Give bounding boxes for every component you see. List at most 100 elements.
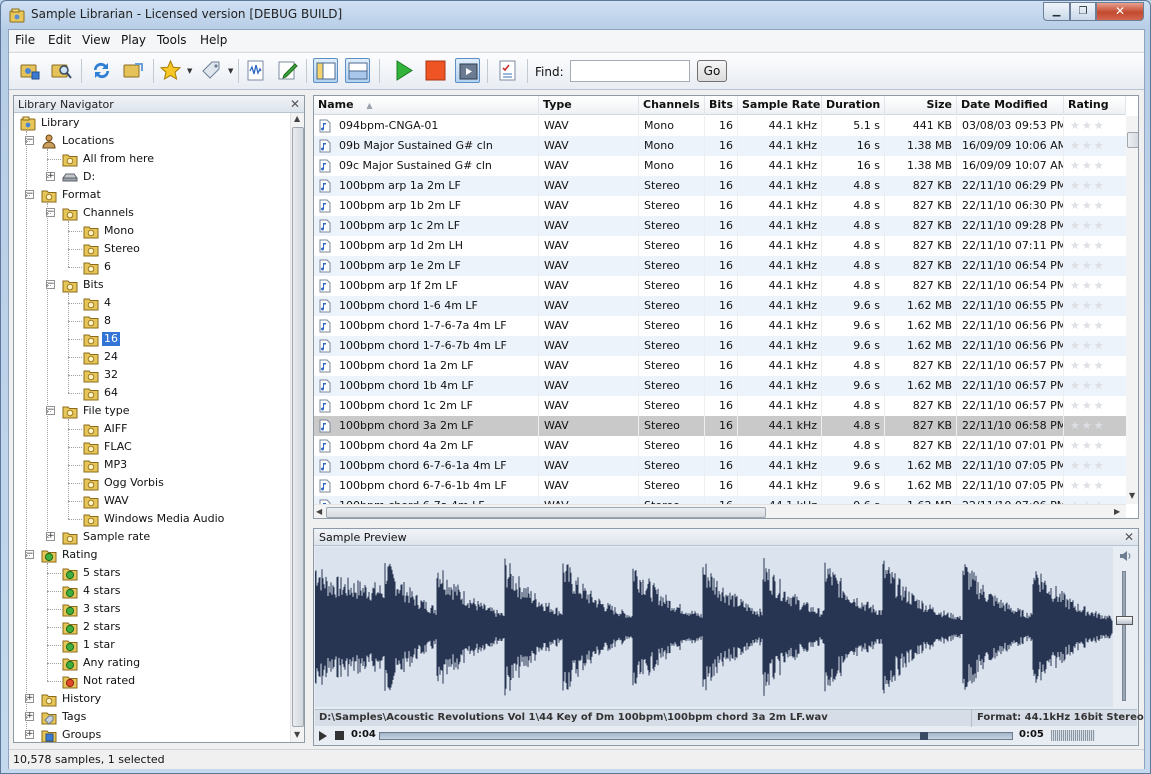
scroll-down-arrow[interactable]: ▼ xyxy=(1129,491,1135,500)
scroll-right-arrow[interactable]: ▶ xyxy=(1114,507,1120,516)
rating-stars-icon[interactable]: ★★★ xyxy=(1070,460,1106,471)
find-input[interactable] xyxy=(570,60,690,82)
tree-node[interactable]: 4 xyxy=(14,294,290,312)
navigator-scroll-thumb[interactable] xyxy=(292,127,304,727)
scroll-down-arrow[interactable]: ▼ xyxy=(294,730,300,739)
tree-node[interactable]: + History xyxy=(14,690,290,708)
table-row[interactable]: 100bpm chord 1c 2m LF WAV Stereo 16 44.1 kHz… xyxy=(314,396,1126,416)
menu-play[interactable]: Play xyxy=(121,33,146,47)
rating-stars-icon[interactable]: ★★★ xyxy=(1070,180,1106,191)
rating-stars-icon[interactable]: ★★★ xyxy=(1070,420,1106,431)
waveform-properties-icon[interactable] xyxy=(243,58,268,83)
table-row[interactable]: 100bpm chord 1-7-6-7b 4m LF WAV Stereo 16 44… xyxy=(314,336,1126,356)
tag-dropdown-arrow[interactable]: ▼ xyxy=(228,68,235,75)
volume-slider-thumb[interactable] xyxy=(1116,616,1133,626)
rating-stars-icon[interactable]: ★★★ xyxy=(1070,400,1106,411)
rating-stars-icon[interactable]: ★★★ xyxy=(1070,300,1106,311)
rating-stars-icon[interactable]: ★★★ xyxy=(1070,360,1106,371)
tree-node[interactable]: 64 xyxy=(14,384,290,402)
rating-stars-icon[interactable]: ★★★ xyxy=(1070,320,1106,331)
tree-node[interactable]: 8 xyxy=(14,312,290,330)
tree-node[interactable]: AIFF xyxy=(14,420,290,438)
column-header-date-modified[interactable]: Date Modified xyxy=(957,96,1064,115)
tree-node[interactable]: 32 xyxy=(14,366,290,384)
rescan-folder-icon[interactable] xyxy=(121,58,146,83)
auto-play-toggle[interactable] xyxy=(455,58,480,83)
list-horizontal-scroll-thumb[interactable] xyxy=(326,507,766,518)
refresh-icon[interactable] xyxy=(89,58,114,83)
column-header-sample-rate[interactable]: Sample Rate xyxy=(738,96,822,115)
rating-stars-icon[interactable]: ★★★ xyxy=(1070,340,1106,351)
table-row[interactable]: 100bpm chord 1-6 4m LF WAV Stereo 16 44.1 kH… xyxy=(314,296,1126,316)
show-preview-toggle[interactable] xyxy=(345,58,370,83)
navigator-close-icon[interactable]: ✕ xyxy=(290,97,300,111)
speaker-icon[interactable] xyxy=(1118,549,1132,563)
menu-tools[interactable]: Tools xyxy=(157,33,187,47)
table-row[interactable]: 100bpm chord 3a 2m LF WAV Stereo 16 44.1 kHz… xyxy=(314,416,1126,436)
menu-view[interactable]: View xyxy=(82,33,110,47)
tree-node[interactable]: − Channels xyxy=(14,204,290,222)
tree-node[interactable]: + D: xyxy=(14,168,290,186)
tree-node[interactable]: − Format xyxy=(14,186,290,204)
table-row[interactable]: 100bpm arp 1b 2m LF WAV Stereo 16 44.1 kHz 4.… xyxy=(314,196,1126,216)
column-header-rating[interactable]: Rating xyxy=(1064,96,1126,115)
title-bar[interactable]: Sample Librarian - Licensed version [DEB… xyxy=(1,1,1150,30)
column-header-bits[interactable]: Bits xyxy=(705,96,738,115)
tree-node[interactable]: Stereo xyxy=(14,240,290,258)
menu-help[interactable]: Help xyxy=(200,33,227,47)
preview-play-icon[interactable] xyxy=(319,731,327,741)
add-library-icon[interactable] xyxy=(17,58,42,83)
tree-node[interactable]: 24 xyxy=(14,348,290,366)
table-row[interactable]: 100bpm arp 1e 2m LF WAV Stereo 16 44.1 kHz 4.… xyxy=(314,256,1126,276)
rating-stars-icon[interactable]: ★★★ xyxy=(1070,200,1106,211)
menu-edit[interactable]: Edit xyxy=(48,33,71,47)
table-row[interactable]: 100bpm chord 6-7-6-1b 4m LF WAV Stereo 16 44… xyxy=(314,476,1126,496)
checklist-icon[interactable] xyxy=(495,58,520,83)
scroll-left-arrow[interactable]: ◀ xyxy=(316,507,322,516)
tree-node[interactable]: − Locations xyxy=(14,132,290,150)
tree-node[interactable]: − File type xyxy=(14,402,290,420)
column-header-name[interactable]: Name ▲ xyxy=(314,96,539,115)
table-row[interactable]: 09c Major Sustained G# cln WAV Mono 16 44.1 … xyxy=(314,156,1126,176)
menu-file[interactable]: File xyxy=(15,33,35,47)
rating-stars-icon[interactable]: ★★★ xyxy=(1070,280,1106,291)
table-row[interactable]: 100bpm chord 1b 4m LF WAV Stereo 16 44.1 kHz… xyxy=(314,376,1126,396)
table-row[interactable]: 100bpm arp 1d 2m LH WAV Stereo 16 44.1 kHz 4.… xyxy=(314,236,1126,256)
tree-node[interactable]: FLAC xyxy=(14,438,290,456)
tree-node[interactable]: − Rating xyxy=(14,546,290,564)
table-row[interactable]: 100bpm chord 4a 2m LF WAV Stereo 16 44.1 kHz… xyxy=(314,436,1126,456)
rating-stars-icon[interactable]: ★★★ xyxy=(1070,480,1106,491)
tree-node[interactable]: Library xyxy=(14,114,290,132)
favorite-dropdown-arrow[interactable]: ▼ xyxy=(187,68,194,75)
table-row[interactable]: 100bpm chord 6-7a 4m LFWAVStereo1644.1 k… xyxy=(314,496,1126,504)
column-header-type[interactable]: Type xyxy=(539,96,639,115)
navigator-scrollbar[interactable]: ▲ ▼ xyxy=(290,113,304,742)
tree-node[interactable]: 6 xyxy=(14,258,290,276)
minimize-button[interactable]: ▁ xyxy=(1043,2,1070,21)
show-navigator-toggle[interactable] xyxy=(313,58,338,83)
scroll-up-arrow[interactable]: ▲ xyxy=(294,114,300,123)
tree-node[interactable]: + Groups xyxy=(14,726,290,742)
table-row[interactable]: 100bpm arp 1c 2m LF WAV Stereo 16 44.1 kHz 4.… xyxy=(314,216,1126,236)
waveform-display[interactable] xyxy=(315,547,1113,707)
position-slider-track[interactable] xyxy=(379,732,1013,740)
table-row[interactable]: 100bpm chord 1a 2m LF WAV Stereo 16 44.1 kHz… xyxy=(314,356,1126,376)
tree-node[interactable]: Mono xyxy=(14,222,290,240)
tree-node[interactable]: 16 xyxy=(14,330,290,348)
rating-stars-icon[interactable]: ★★★ xyxy=(1070,260,1106,271)
rating-stars-icon[interactable]: ★★★ xyxy=(1070,140,1106,151)
list-horizontal-scrollbar[interactable]: ◀ ▶ xyxy=(314,504,1126,518)
maximize-button[interactable]: ❐ xyxy=(1070,2,1096,21)
rating-stars-icon[interactable]: ★★★ xyxy=(1070,220,1106,231)
tree-node[interactable]: Ogg Vorbis xyxy=(14,474,290,492)
tree-node[interactable]: WAV xyxy=(14,492,290,510)
go-button[interactable]: Go xyxy=(697,60,727,82)
position-slider-thumb[interactable] xyxy=(920,732,929,740)
edit-properties-icon[interactable] xyxy=(275,58,300,83)
tree-node[interactable]: + Tags xyxy=(14,708,290,726)
play-icon[interactable] xyxy=(391,58,416,83)
column-header-channels[interactable]: Channels xyxy=(639,96,705,115)
tree-node[interactable]: Windows Media Audio xyxy=(14,510,290,528)
table-row[interactable]: 09b Major Sustained G# cln WAV Mono 16 44.1 … xyxy=(314,136,1126,156)
tree-node[interactable]: − Bits xyxy=(14,276,290,294)
